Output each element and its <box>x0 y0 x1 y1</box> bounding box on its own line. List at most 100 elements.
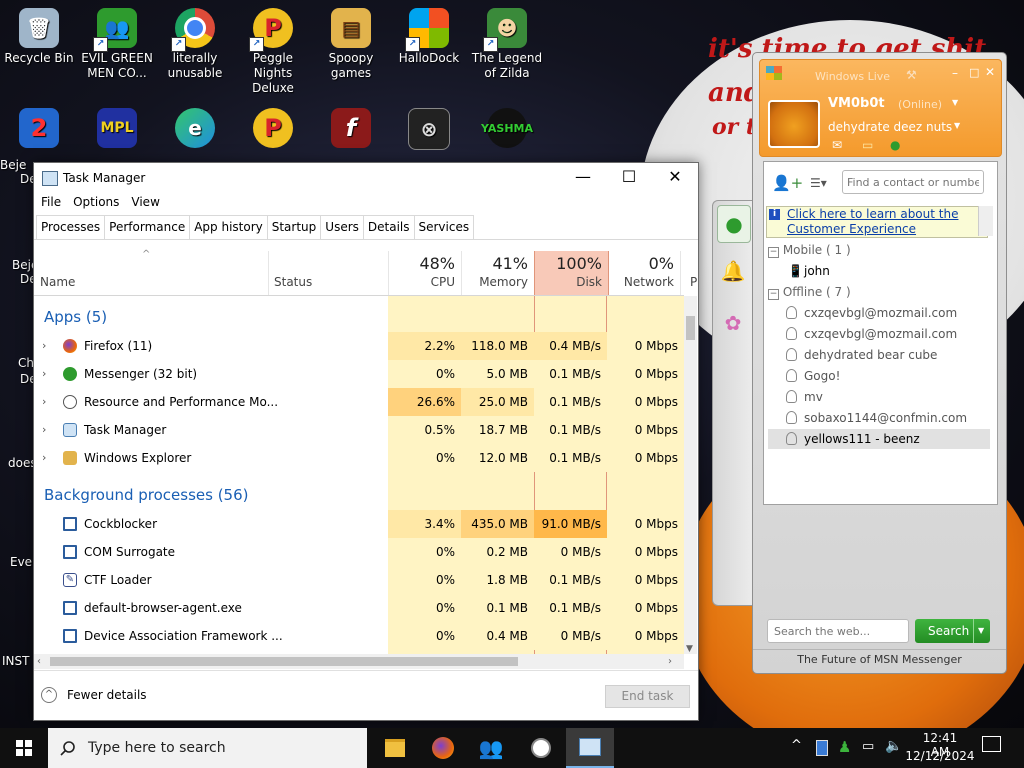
taskbar-resource-monitor[interactable] <box>517 728 565 768</box>
maximize-button[interactable]: ☐ <box>606 163 652 193</box>
desktop-icon-peggle[interactable]: P <box>234 108 312 151</box>
close-button[interactable]: ✕ <box>985 65 995 79</box>
tab-processes[interactable]: Processes <box>36 215 106 239</box>
column-power-label[interactable]: P <box>690 275 697 289</box>
messenger-tray-icon[interactable]: ♟ <box>838 738 851 756</box>
vertical-scroll-thumb[interactable] <box>686 316 695 340</box>
chevron-up-icon[interactable]: ^ <box>41 687 57 703</box>
minimize-button[interactable]: – <box>952 66 958 80</box>
desktop-icon-bejeweled[interactable]: 2 <box>0 108 78 151</box>
group-header-mobile[interactable]: − Mobile ( 1 ) <box>768 240 851 260</box>
alerts-bell-icon[interactable]: 🔔 <box>717 253 749 289</box>
scroll-right-icon[interactable]: › <box>668 654 672 669</box>
tab-performance[interactable]: Performance <box>104 215 191 239</box>
promo-link-line-2[interactable]: Customer Experience <box>787 222 916 236</box>
personal-message[interactable]: dehydrate deez nuts <box>828 120 952 134</box>
menu-view[interactable]: View <box>131 193 159 211</box>
desktop-icon-peggle-nights[interactable]: P ↗ Peggle Nights Deluxe <box>234 8 312 96</box>
notifications-icon[interactable] <box>982 736 1001 752</box>
show-hidden-icons-chevron-icon[interactable]: ^ <box>791 738 802 753</box>
contact-item[interactable]: dehydrated bear cube <box>768 345 990 365</box>
desktop-icon-mpl[interactable]: MPL <box>78 108 156 151</box>
taskbar-messenger[interactable]: 👥 <box>467 728 515 768</box>
table-row[interactable]: ✎ CTF Loader 0% 1.8 MB 0.1 MB/s 0 Mbps <box>34 566 684 594</box>
table-row[interactable]: › Windows Explorer 0% 12.0 MB 0.1 MB/s 0… <box>34 444 684 472</box>
tab-users[interactable]: Users <box>320 215 364 239</box>
expand-chevron-icon[interactable]: › <box>42 444 46 472</box>
table-row[interactable]: Device Association Framework ... 0% 0.4 … <box>34 622 684 650</box>
web-search-input[interactable] <box>767 619 909 643</box>
scroll-down-icon[interactable]: ▼ <box>686 644 693 654</box>
find-contact-input[interactable] <box>842 170 984 194</box>
collapse-icon[interactable]: − <box>768 289 779 300</box>
desktop-icon-recycle-bin[interactable]: 🗑 Recycle Bin <box>0 8 78 66</box>
tab-services[interactable]: Services <box>413 215 475 239</box>
table-row[interactable]: › Firefox (11) 2.2% 118.0 MB 0.4 MB/s 0 … <box>34 332 684 360</box>
contact-item[interactable]: mv <box>768 387 990 407</box>
table-row[interactable]: › Task Manager 0.5% 18.7 MB 0.1 MB/s 0 M… <box>34 416 684 444</box>
tab-startup[interactable]: Startup <box>266 215 322 239</box>
end-task-button[interactable]: End task <box>605 685 690 708</box>
contact-item[interactable]: Gogo! <box>768 366 990 386</box>
desktop-icon-evil-green-men[interactable]: 👥 ↗ EVIL GREEN MEN CO... <box>78 8 156 81</box>
column-memory[interactable]: 41% Memory <box>461 251 535 295</box>
spaces-icon[interactable]: ▭ <box>862 138 873 152</box>
start-button[interactable] <box>0 728 48 768</box>
desktop-icon-remote-desktop[interactable]: ⊗ <box>390 108 468 153</box>
expand-chevron-icon[interactable]: › <box>42 388 46 416</box>
web-search-button[interactable]: Search ▼ <box>915 619 990 643</box>
horizontal-scrollbar[interactable]: ‹ › <box>34 654 684 669</box>
tab-details[interactable]: Details <box>362 215 415 239</box>
table-row[interactable]: Cockblocker 3.4% 435.0 MB 91.0 MB/s 0 Mb… <box>34 510 684 538</box>
user-display-name[interactable]: VM0b0t <box>828 96 885 111</box>
feeds-icon[interactable]: ● <box>890 138 900 152</box>
volume-icon[interactable]: 🔈 <box>885 738 902 754</box>
title-bar[interactable]: Task Manager — ☐ ✕ <box>34 163 698 193</box>
change-view-icon[interactable]: ☰▾ <box>810 176 827 190</box>
taskbar-file-explorer[interactable] <box>371 728 419 768</box>
vertical-scrollbar[interactable]: ▼ <box>684 296 697 654</box>
table-row[interactable]: › Resource and Performance Mo... 26.6% 2… <box>34 388 684 416</box>
table-row[interactable]: default-browser-agent.exe 0% 0.1 MB 0.1 … <box>34 594 684 622</box>
personal-message-dropdown-icon[interactable]: ▼ <box>954 121 960 130</box>
taskbar-task-manager[interactable] <box>566 728 614 768</box>
storage-icon[interactable] <box>816 740 828 756</box>
promo-scrollbar[interactable] <box>978 206 993 236</box>
user-status[interactable]: (Online) <box>898 98 942 111</box>
contact-item[interactable]: cxzqevbgl@mozmail.com <box>768 324 990 344</box>
desktop-icon-edge[interactable]: e <box>156 108 234 151</box>
desktop-icon-literally-unusable[interactable]: ↗ literally unusable <box>156 8 234 81</box>
scroll-left-icon[interactable]: ‹ <box>37 654 41 669</box>
clock-date[interactable]: 12/12/2024 <box>905 749 975 763</box>
spaces-flowers-icon[interactable]: ✿ <box>717 305 749 341</box>
desktop-icon-spoopy-games[interactable]: ▤ Spoopy games <box>312 8 390 81</box>
search-dropdown-icon[interactable]: ▼ <box>973 619 984 643</box>
desktop-icon-legend-of-zilda[interactable]: ☻ ↗ The Legend of Zilda <box>468 8 546 81</box>
fewer-details-link[interactable]: Fewer details <box>67 688 147 702</box>
close-button[interactable]: ✕ <box>652 163 698 193</box>
menu-file[interactable]: File <box>41 193 61 211</box>
minimize-button[interactable]: — <box>560 163 606 193</box>
expand-chevron-icon[interactable]: › <box>42 416 46 444</box>
horizontal-scroll-thumb[interactable] <box>50 657 518 666</box>
tab-app-history[interactable]: App history <box>189 215 268 239</box>
contact-item[interactable]: 📱 john <box>768 261 990 281</box>
contacts-tab-icon[interactable]: ● <box>717 205 751 243</box>
taskbar-search-box[interactable]: Type here to search <box>48 728 367 768</box>
status-dropdown-icon[interactable]: ▼ <box>952 98 958 107</box>
desktop-icon-hallodock[interactable]: ↗ HalloDock <box>390 8 468 66</box>
network-icon[interactable]: ▭ <box>862 739 874 754</box>
column-network[interactable]: 0% Network <box>607 251 681 295</box>
desktop-icon-flash[interactable]: f <box>312 108 390 151</box>
mail-icon[interactable]: ✉ <box>832 138 842 152</box>
add-contact-icon[interactable]: 👤+ <box>772 174 803 192</box>
contact-item-selected[interactable]: yellows111 - beenz <box>768 429 990 449</box>
expand-chevron-icon[interactable]: › <box>42 360 46 388</box>
column-status[interactable]: Status <box>268 251 389 295</box>
column-name[interactable]: ^ Name <box>34 249 269 295</box>
avatar[interactable] <box>768 100 820 148</box>
column-cpu[interactable]: 48% CPU <box>388 251 462 295</box>
table-row[interactable]: COM Surrogate 0% 0.2 MB 0 MB/s 0 Mbps <box>34 538 684 566</box>
taskbar-firefox[interactable] <box>419 728 467 768</box>
column-disk[interactable]: 100% Disk <box>534 251 609 295</box>
